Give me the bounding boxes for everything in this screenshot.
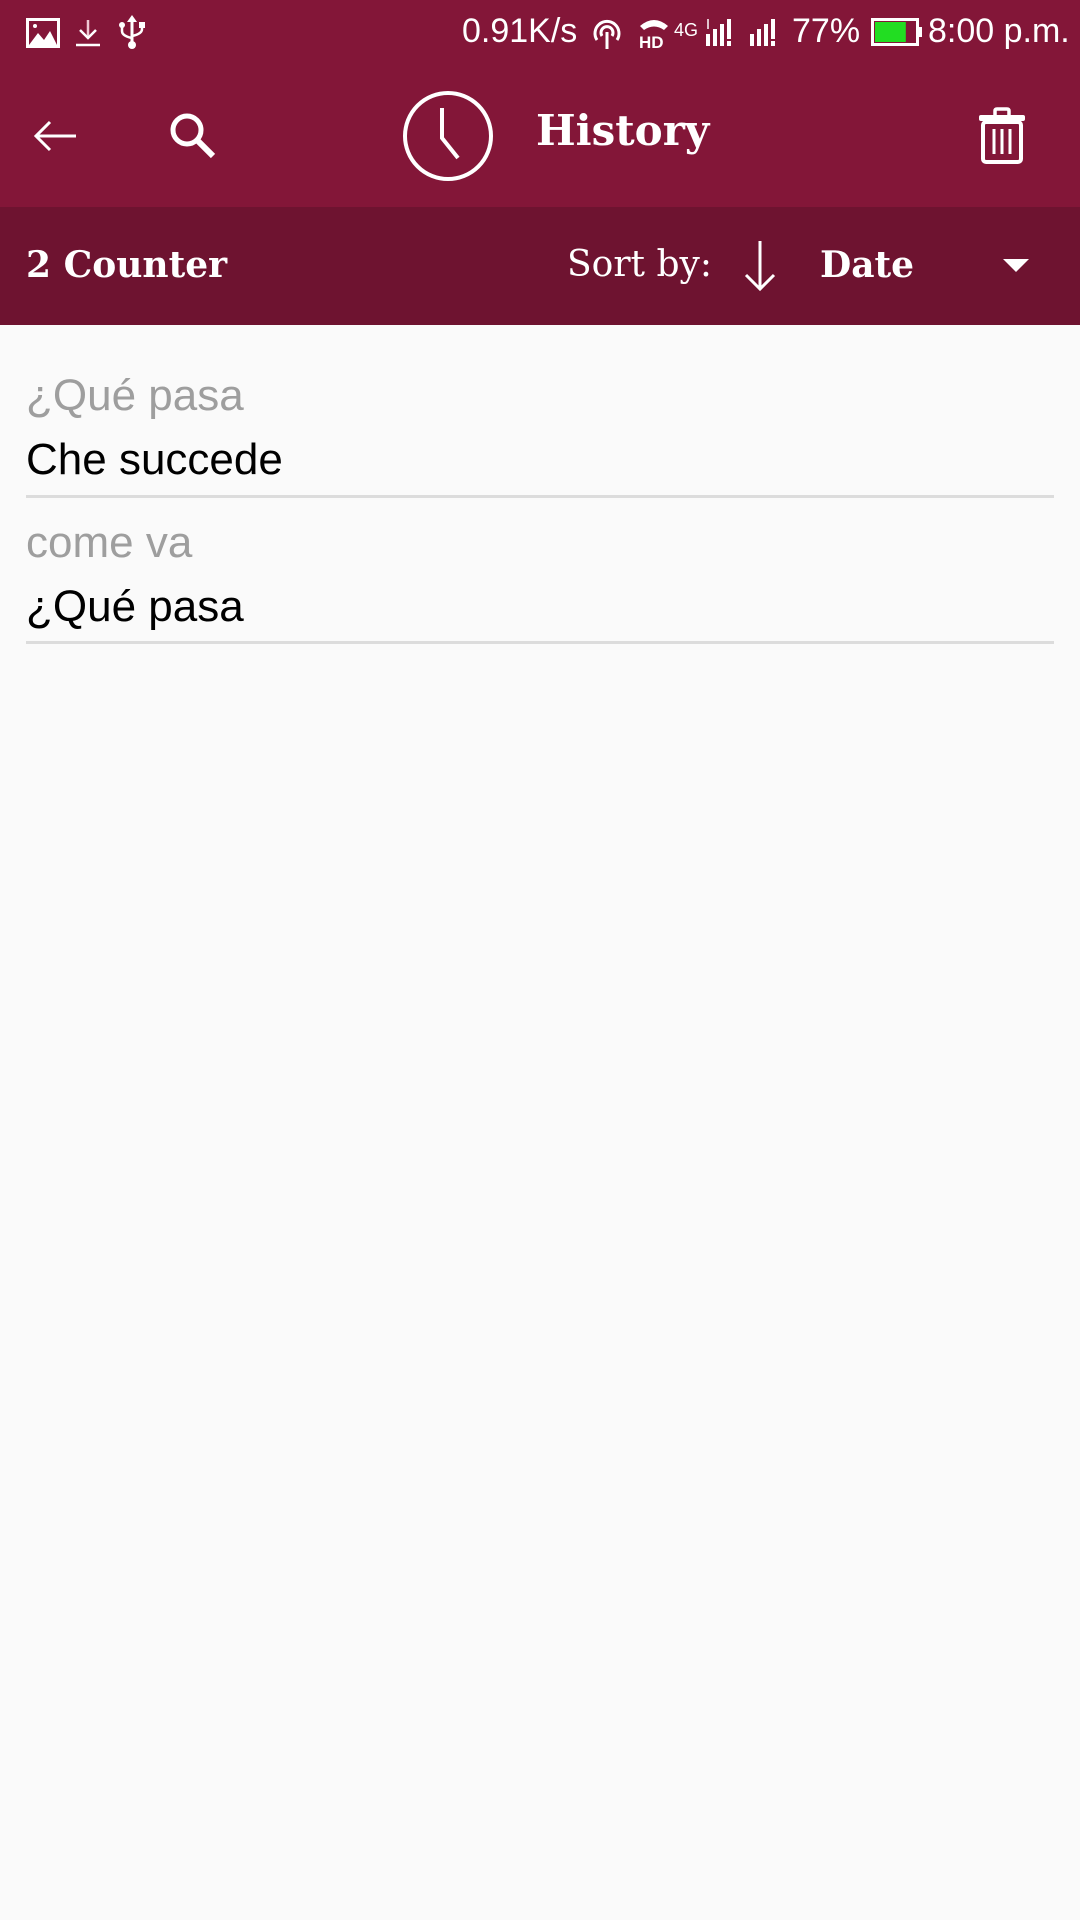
source-text: ¿Qué pasa: [26, 371, 244, 420]
search-icon: [168, 111, 218, 166]
app-bar: History: [0, 68, 1080, 207]
history-item[interactable]: come va ¿Qué pasa: [26, 498, 1054, 644]
history-toolbar: 2 Counter Sort by: Date: [0, 207, 1080, 325]
sort-dropdown-button[interactable]: [1001, 257, 1031, 277]
arrow-down-icon: [740, 241, 780, 297]
battery-icon: [871, 18, 923, 51]
translation-text: ¿Qué pasa: [26, 582, 244, 631]
translation-text: Che succede: [26, 435, 283, 484]
network-speed: 0.91K/s: [462, 12, 578, 50]
svg-text:HD: HD: [639, 33, 664, 50]
sort-by-select[interactable]: Date: [820, 244, 914, 286]
history-counter: 2 Counter: [26, 244, 228, 286]
source-text: come va: [26, 518, 193, 567]
status-bar: 0.91K/s HD 4G 77% 8:00 p.m.: [0, 0, 1080, 68]
download-icon: [74, 18, 102, 53]
clock-icon: [400, 88, 496, 184]
back-button[interactable]: [20, 103, 90, 173]
hotspot-icon: [590, 18, 624, 55]
trash-icon: [977, 106, 1027, 170]
sort-direction-button[interactable]: [740, 239, 780, 297]
signal-sim2-icon: [748, 16, 782, 53]
history-list: ¿Qué pasa Che succede come va ¿Qué pasa: [0, 325, 1080, 644]
signal-sim1-icon: 4G: [674, 16, 740, 53]
search-button[interactable]: [158, 103, 228, 173]
usb-icon: [118, 15, 146, 54]
history-item[interactable]: ¿Qué pasa Che succede: [26, 325, 1054, 498]
caret-down-icon: [1001, 258, 1031, 277]
image-icon: [26, 18, 60, 53]
sort-by-label: Sort by:: [567, 244, 712, 285]
svg-text:4G: 4G: [674, 20, 698, 40]
hd-call-icon: HD: [636, 16, 672, 55]
page-title: History: [536, 106, 710, 155]
battery-percent: 77%: [792, 12, 861, 50]
arrow-left-icon: [32, 119, 78, 158]
clock-time: 8:00 p.m.: [928, 12, 1070, 50]
delete-history-button[interactable]: [966, 98, 1038, 178]
